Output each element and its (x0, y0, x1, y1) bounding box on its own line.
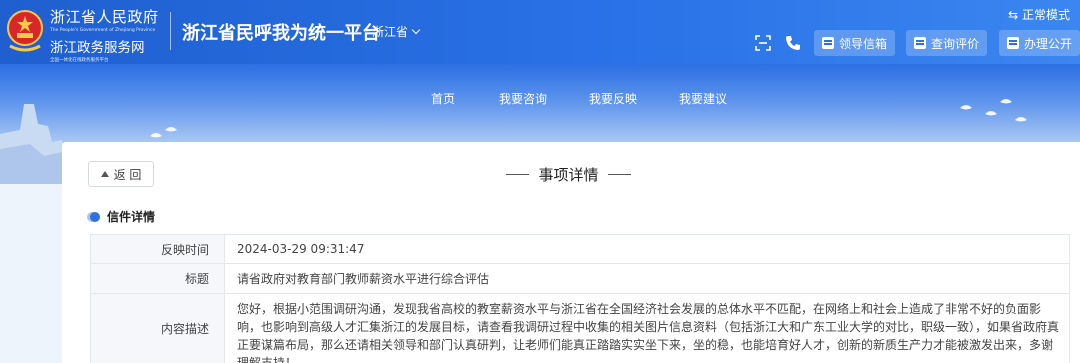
arrow-up-icon (100, 171, 109, 177)
org-block[interactable]: 浙江省人民政府 The People's Government of Zheji… (50, 6, 168, 63)
comment-icon (914, 37, 926, 49)
nav-item-report[interactable]: 我要反映 (589, 90, 637, 107)
back-button-label: 返 回 (113, 167, 142, 182)
row-label: 标题 (91, 264, 225, 293)
table-row: 内容描述 您好，根据小范围调研沟通，发现我省高校的教室薪资水平与浙江省在全国经济… (90, 294, 1070, 363)
chevron-down-icon (411, 25, 421, 35)
mode-toggle[interactable]: ⇆ 正常模式 (1008, 6, 1070, 23)
title-rule-right (607, 173, 631, 175)
back-button[interactable]: 返 回 (88, 161, 154, 187)
nav-item-home[interactable]: 首页 (431, 90, 455, 107)
row-value: 2024-03-29 09:31:47 (237, 242, 365, 256)
section-title: 事项详情 (506, 164, 631, 184)
letter-detail-heading-text: 信件详情 (107, 210, 156, 224)
service-name: 浙江政务服务网 (50, 40, 145, 56)
bullet-dot-icon (90, 211, 100, 222)
table-row: 反映时间 2024-03-29 09:31:47 (90, 234, 1070, 264)
main-nav: 首页 我要咨询 我要反映 我要建议 (0, 90, 1080, 110)
nav-item-consult[interactable]: 我要咨询 (499, 90, 547, 107)
row-label: 内容描述 (91, 294, 225, 363)
national-emblem-icon (7, 10, 43, 52)
handling-public-label: 办理公开 (1024, 36, 1073, 51)
platform-title[interactable]: 浙江省民呼我为统一平台 (182, 19, 380, 45)
title-rule-left (506, 173, 530, 175)
mail-icon (822, 37, 834, 49)
row-label: 反映时间 (91, 235, 225, 263)
phone-icon[interactable] (784, 34, 802, 52)
swap-icon: ⇆ (1008, 8, 1019, 22)
qrcode-scan-icon[interactable] (754, 34, 772, 52)
briefcase-icon (1007, 37, 1019, 49)
service-slogan: 全国一体化在线政务服务平台 (50, 58, 109, 63)
row-value: 您好，根据小范围调研沟通，发现我省高校的教室薪资水平与浙江省在全国经济社会发展的… (237, 302, 1060, 363)
region-selector[interactable]: 浙江省 (372, 23, 421, 40)
top-header: 浙江省人民政府 The People's Government of Zheji… (0, 0, 1080, 64)
leader-mailbox-button[interactable]: 领导信箱 (814, 30, 896, 56)
table-row: 标题 请省政府对教育部门教师薪资水平进行综合评估 (90, 264, 1070, 294)
org-name-en: The People's Government of Zhejiang Prov… (50, 28, 156, 33)
mode-label: 正常模式 (1021, 8, 1070, 22)
header-divider (170, 12, 171, 50)
row-value: 请省政府对教育部门教师薪资水平进行综合评估 (237, 272, 490, 286)
region-label: 浙江省 (372, 25, 409, 39)
section-title-text: 事项详情 (538, 165, 599, 184)
handling-public-button[interactable]: 办理公开 (999, 30, 1080, 56)
org-name: 浙江省人民政府 (50, 8, 159, 26)
query-evaluate-button[interactable]: 查询评价 (906, 30, 988, 56)
query-evaluate-label: 查询评价 (931, 36, 980, 51)
nav-item-suggest[interactable]: 我要建议 (679, 90, 727, 107)
leader-mailbox-label: 领导信箱 (839, 36, 888, 51)
detail-table: 反映时间 2024-03-29 09:31:47 标题 请省政府对教育部门教师薪… (90, 234, 1070, 363)
letter-detail-heading: 信件详情 (90, 208, 155, 225)
